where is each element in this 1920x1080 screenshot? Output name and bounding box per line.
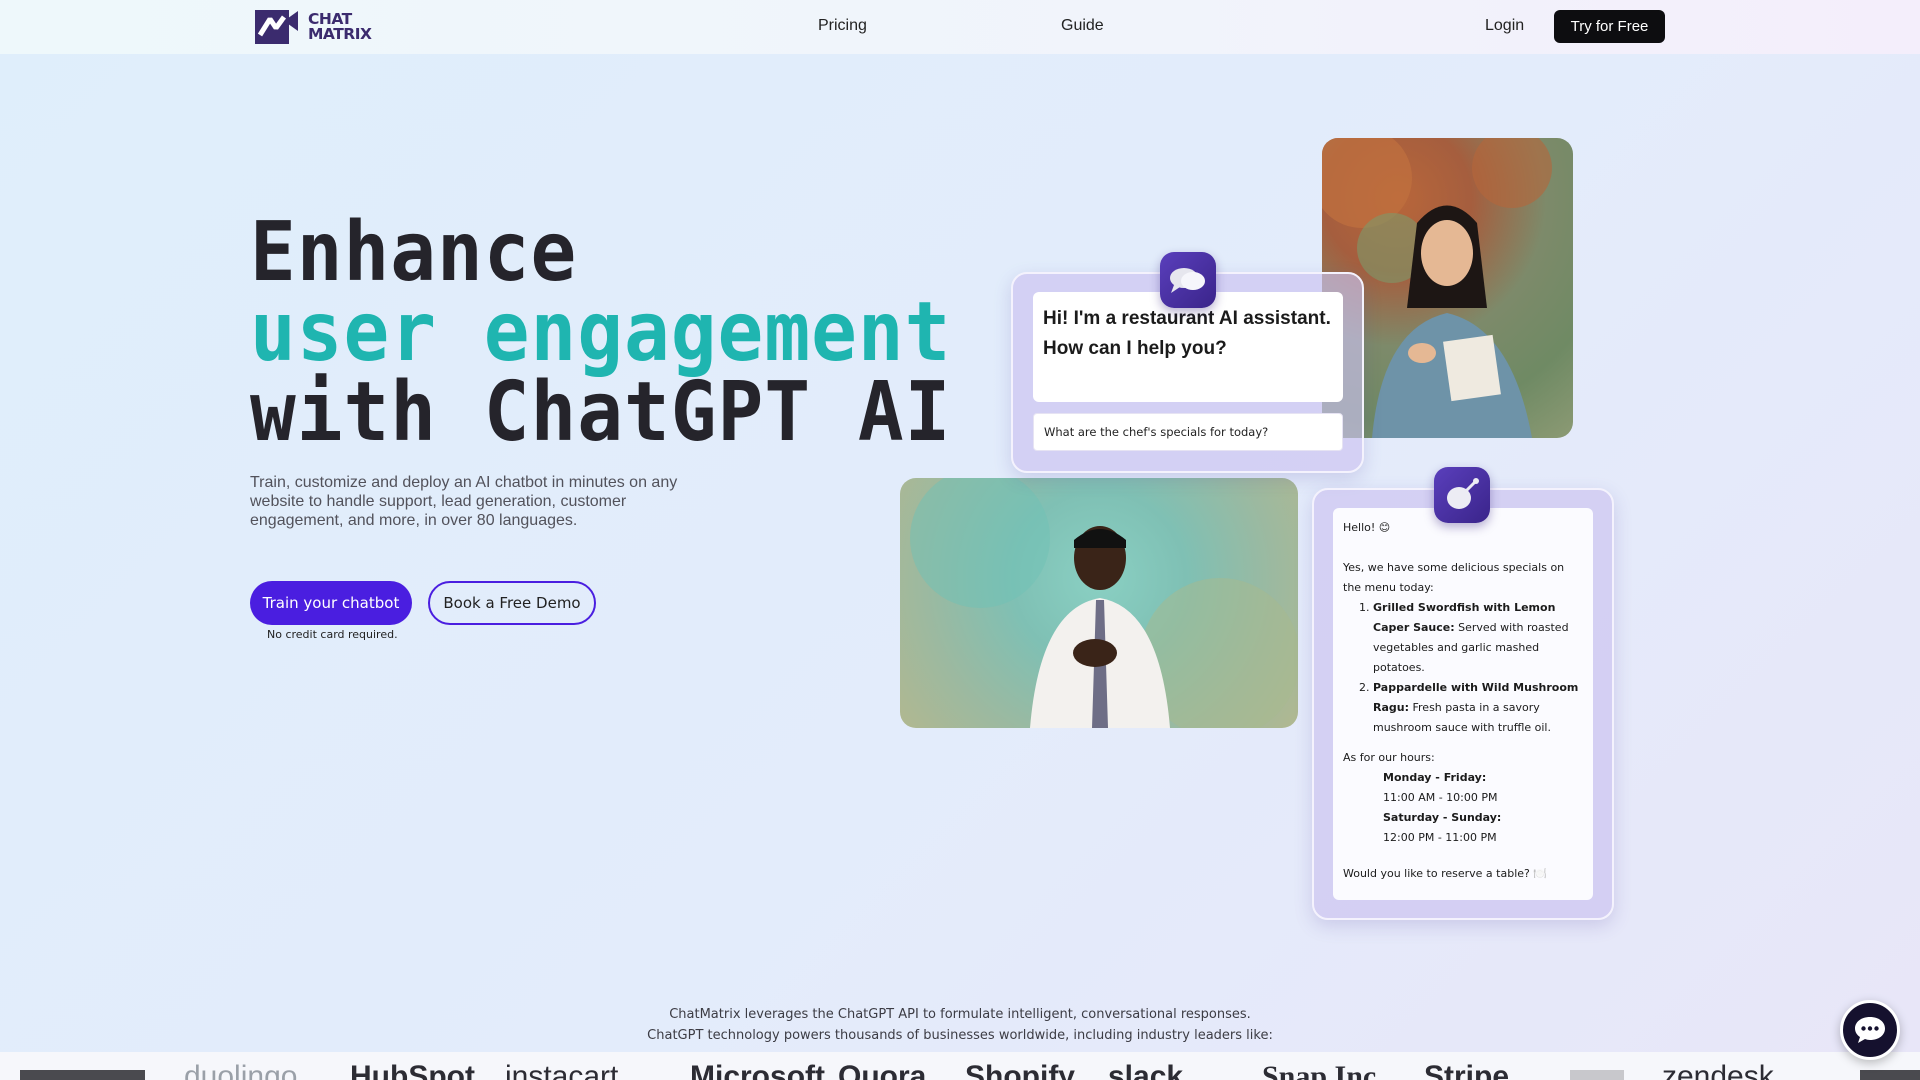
partner-logo-instacart: instacart bbox=[505, 1060, 619, 1080]
reply-intro: Yes, we have some delicious specials on … bbox=[1343, 561, 1565, 594]
partner-logo-box bbox=[20, 1070, 145, 1080]
logo-line2: MATRIX bbox=[308, 25, 372, 43]
assistant-reply-bubble: Hello! 😊 Yes, we have some delicious spe… bbox=[1333, 508, 1593, 900]
partner-logo-snap: Snap Inc. bbox=[1262, 1060, 1384, 1080]
logo-wordmark: CHAT MATRIX bbox=[308, 11, 372, 43]
no-credit-card-note: No credit card required. bbox=[267, 628, 398, 641]
hours-time: 11:00 AM - 10:00 PM bbox=[1383, 791, 1498, 804]
hero-subtext: Train, customize and deploy an AI chatbo… bbox=[250, 474, 678, 529]
chat-widget-launcher[interactable] bbox=[1840, 1000, 1900, 1060]
chatbot-avatar bbox=[1160, 252, 1216, 308]
partner-logo-zendesk: zendesk bbox=[1662, 1060, 1774, 1080]
partner-logo-shopify: Shopify bbox=[965, 1060, 1075, 1080]
partner-logos-strip: duolingo HubSpot instacart Microsoft Quo… bbox=[0, 1052, 1920, 1080]
man-illustration bbox=[910, 478, 1298, 728]
hours-days: Monday - Friday: bbox=[1383, 771, 1487, 784]
train-your-chatbot-button[interactable]: Train your chatbot bbox=[250, 581, 412, 625]
nav-link-pricing[interactable]: Pricing bbox=[818, 17, 867, 35]
nav-link-guide[interactable]: Guide bbox=[1061, 17, 1104, 35]
partner-logo-hubspot: HubSpot bbox=[350, 1060, 475, 1080]
list-item: Grilled Swordfish with Lemon Caper Sauce… bbox=[1373, 598, 1583, 678]
partner-logo-slack: slack bbox=[1108, 1060, 1184, 1080]
chatmatrix-logo[interactable]: CHAT MATRIX bbox=[254, 9, 392, 45]
powered-by-line-2: ChatGPT technology powers thousands of b… bbox=[647, 1028, 1273, 1043]
assistant-greeting-bubble: Hi! I'm a restaurant AI assistant. How c… bbox=[1033, 292, 1343, 402]
logo-mark-icon bbox=[255, 10, 298, 44]
partner-logo-quora: Quora bbox=[838, 1060, 927, 1080]
hero-headline: Enhance user engagement with ChatGPT AI bbox=[250, 203, 952, 460]
partner-logo-box bbox=[1570, 1070, 1624, 1080]
book-free-demo-button[interactable]: Book a Free Demo bbox=[428, 581, 596, 625]
partner-logo-microsoft: Microsoft bbox=[690, 1060, 825, 1080]
powered-by-text: ChatMatrix leverages the ChatGPT API to … bbox=[0, 1004, 1920, 1046]
hours-time: 12:00 PM - 11:00 PM bbox=[1383, 831, 1497, 844]
user-question-bubble: What are the chef's specials for today? bbox=[1033, 413, 1343, 451]
partner-logo-box bbox=[1860, 1070, 1920, 1080]
hours-block: Monday - Friday: 11:00 AM - 10:00 PM Sat… bbox=[1343, 768, 1583, 848]
partner-logo-stripe: Stripe bbox=[1424, 1060, 1510, 1080]
chatbot-avatar bbox=[1434, 467, 1490, 523]
top-nav: CHAT MATRIX Pricing Guide Login Try for … bbox=[0, 0, 1920, 54]
headline-line-3: with ChatGPT AI bbox=[250, 363, 952, 460]
list-item: Pappardelle with Wild Mushroom Ragu: Fre… bbox=[1373, 678, 1583, 738]
chat-bubbles-icon bbox=[1170, 268, 1205, 293]
login-link[interactable]: Login bbox=[1485, 17, 1524, 35]
headline-line-1: Enhance bbox=[250, 203, 578, 300]
hours-intro: As for our hours: bbox=[1343, 751, 1435, 764]
microphone-bot-icon bbox=[1447, 478, 1479, 509]
chat-launcher-icon bbox=[1855, 1017, 1885, 1043]
reply-closing: Would you like to reserve a table? 🍽️ bbox=[1343, 867, 1548, 880]
powered-by-line-1: ChatMatrix leverages the ChatGPT API to … bbox=[669, 1007, 1251, 1022]
specials-list: Grilled Swordfish with Lemon Caper Sauce… bbox=[1373, 598, 1583, 738]
man-with-phone-photo bbox=[900, 478, 1298, 728]
hours-days: Saturday - Sunday: bbox=[1383, 811, 1502, 824]
headline-line-2-accent: user engagement bbox=[250, 283, 952, 380]
try-for-free-button[interactable]: Try for Free bbox=[1554, 10, 1665, 43]
partner-logo-duolingo: duolingo bbox=[184, 1060, 298, 1080]
